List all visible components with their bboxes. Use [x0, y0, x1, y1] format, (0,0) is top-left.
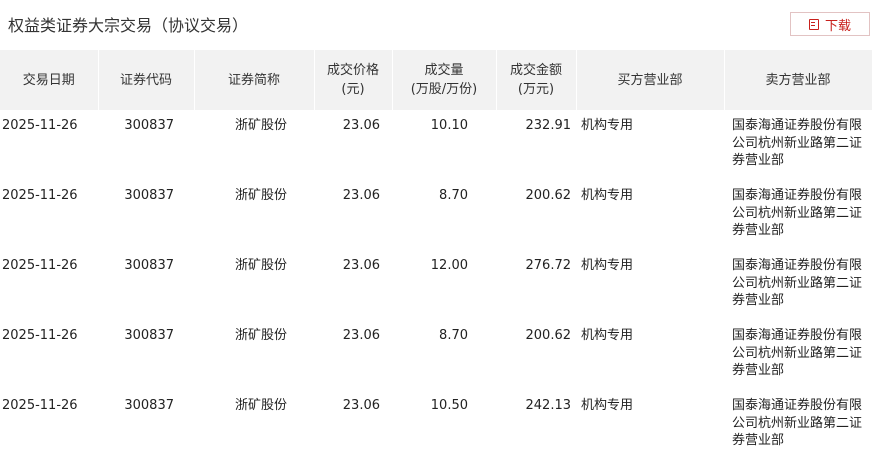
column-header-trade-volume: 成交量 (万股/万份) — [392, 50, 497, 110]
column-header-buyer-branch: 买方营业部 — [576, 50, 725, 110]
column-header-label: 证券简称 — [227, 72, 280, 88]
cell-security-code: 300837 — [124, 118, 174, 133]
download-label: 下载 — [824, 18, 851, 34]
column-header-label: 成交金额 — [509, 63, 562, 78]
document-icon — [808, 18, 819, 30]
cell-seller-branch: 国泰海通证券股份有限公司杭州新业路第二证券营业部 — [732, 328, 863, 378]
block-trade-table: 交易日期 证券代码 证券简称 成交价格 (元) 成交量 (万股/万份) 成交金额 (万元) 买方营… — [0, 50, 872, 460]
cell-security-name: 浙矿股份 — [234, 188, 287, 203]
cell-trade-date: 2025-11-26 — [2, 398, 78, 413]
cell-security-name: 浙矿股份 — [234, 328, 287, 343]
cell-security-code: 300837 — [124, 328, 174, 343]
cell-trade-price: 23.06 — [342, 398, 380, 413]
cell-trade-price: 23.06 — [342, 188, 380, 203]
cell-security-code: 300837 — [124, 258, 174, 273]
cell-seller-branch: 国泰海通证券股份有限公司杭州新业路第二证券营业部 — [732, 118, 863, 168]
cell-trade-date: 2025-11-26 — [2, 258, 78, 273]
column-header-label: 交易日期 — [22, 72, 75, 88]
table-row: 2025-11-26 300837 浙矿股份 23.06 10.10 232.91 机构专用… — [0, 110, 872, 180]
cell-trade-date: 2025-11-26 — [2, 118, 78, 133]
column-header-unit: (万股/万份) — [410, 82, 478, 97]
column-header-seller-branch: 卖方营业部 — [724, 50, 872, 110]
cell-trade-amount: 200.62 — [525, 188, 572, 203]
column-header-security-code: 证券代码 — [98, 50, 195, 110]
page-title: 权益类证券大宗交易（协议交易） — [8, 16, 249, 35]
table-row: 2025-11-26 300837 浙矿股份 23.06 8.70 200.62 机构专用 国… — [0, 180, 872, 250]
cell-trade-volume: 8.70 — [439, 328, 468, 343]
page-header: 权益类证券大宗交易（协议交易） 下载 — [0, 0, 872, 50]
cell-buyer-branch: 机构专用 — [581, 258, 634, 273]
cell-trade-price: 23.06 — [342, 258, 380, 273]
column-header-trade-date: 交易日期 — [0, 50, 99, 110]
cell-trade-amount: 232.91 — [525, 118, 572, 133]
cell-trade-volume: 10.10 — [430, 118, 468, 133]
cell-trade-date: 2025-11-26 — [2, 328, 78, 343]
cell-trade-volume: 10.50 — [430, 398, 468, 413]
column-header-label: 证券代码 — [119, 72, 172, 88]
cell-buyer-branch: 机构专用 — [581, 398, 634, 413]
column-header-trade-price: 成交价格 (元) — [314, 50, 393, 110]
table-row: 2025-11-26 300837 浙矿股份 23.06 12.00 276.72 机构专用… — [0, 250, 872, 320]
cell-trade-price: 23.06 — [342, 118, 380, 133]
cell-trade-volume: 12.00 — [430, 258, 468, 273]
cell-trade-amount: 276.72 — [525, 258, 572, 273]
download-button[interactable]: 下载 — [790, 12, 870, 36]
table-row: 2025-11-26 300837 浙矿股份 23.06 8.70 200.62 机构专用 国… — [0, 320, 872, 390]
cell-seller-branch: 国泰海通证券股份有限公司杭州新业路第二证券营业部 — [732, 188, 863, 238]
cell-security-name: 浙矿股份 — [234, 398, 287, 413]
cell-trade-price: 23.06 — [342, 328, 380, 343]
column-header-label: 成交量 — [424, 63, 464, 78]
cell-buyer-branch: 机构专用 — [581, 328, 634, 343]
table-header-row: 交易日期 证券代码 证券简称 成交价格 (元) 成交量 (万股/万份) 成交金额 (万元) 买方营… — [0, 50, 872, 110]
column-header-label: 成交价格 — [326, 63, 379, 78]
cell-trade-amount: 200.62 — [525, 328, 572, 343]
column-header-trade-amount: 成交金额 (万元) — [496, 50, 577, 110]
table-row: 2025-11-26 300837 浙矿股份 23.06 10.50 242.13 机构专用… — [0, 390, 872, 460]
cell-security-code: 300837 — [124, 398, 174, 413]
cell-security-name: 浙矿股份 — [234, 258, 287, 273]
column-header-unit: (万元) — [517, 82, 555, 97]
cell-trade-amount: 242.13 — [525, 398, 572, 413]
column-header-unit: (元) — [341, 82, 365, 97]
cell-security-name: 浙矿股份 — [234, 118, 287, 133]
table-body: 2025-11-26 300837 浙矿股份 23.06 10.10 232.91 机构专用… — [0, 110, 872, 460]
cell-seller-branch: 国泰海通证券股份有限公司杭州新业路第二证券营业部 — [732, 398, 863, 448]
cell-trade-date: 2025-11-26 — [2, 188, 78, 203]
column-header-security-name: 证券简称 — [194, 50, 315, 110]
cell-security-code: 300837 — [124, 188, 174, 203]
cell-buyer-branch: 机构专用 — [581, 118, 634, 133]
cell-seller-branch: 国泰海通证券股份有限公司杭州新业路第二证券营业部 — [732, 258, 863, 308]
column-header-label: 买方营业部 — [617, 72, 683, 88]
cell-buyer-branch: 机构专用 — [581, 188, 634, 203]
column-header-label: 卖方营业部 — [765, 72, 831, 88]
cell-trade-volume: 8.70 — [439, 188, 468, 203]
